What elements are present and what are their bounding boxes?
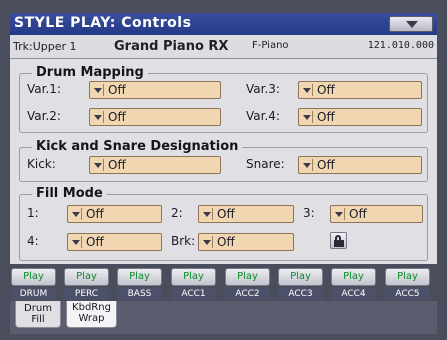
break-label: Brk: [171, 234, 196, 248]
track-label: Trk:Upper 1 [13, 40, 77, 53]
sound-bank-number: 121.010.000 [367, 40, 434, 51]
kick-label: Kick: [27, 157, 56, 171]
sound-name: Grand Piano RX [114, 39, 229, 54]
track-name-bass: BASS [117, 288, 162, 300]
kick-snare-title: Kick and Snare Designation [32, 139, 243, 154]
track-name-acc2: ACC2 [225, 288, 270, 300]
var2-drum-map-select[interactable]: Off [89, 108, 221, 126]
play-button-bass[interactable]: Play [117, 268, 162, 286]
snare-label: Snare: [246, 157, 285, 171]
track-name-acc1: ACC1 [171, 288, 216, 300]
play-button-acc5[interactable]: Play [385, 268, 430, 286]
fill3-select[interactable]: Off [330, 205, 423, 223]
snare-select[interactable]: Off [298, 156, 422, 174]
var1-label: Var.1: [27, 82, 61, 96]
sound-family: F-Piano [252, 40, 289, 51]
dropdown-arrow-icon [335, 212, 343, 217]
play-button-perc[interactable]: Play [64, 268, 109, 286]
var2-label: Var.2: [27, 109, 61, 123]
dropdown-arrow-icon [72, 212, 80, 217]
track-name-acc5: ACC5 [385, 288, 430, 300]
play-button-acc3[interactable]: Play [278, 268, 323, 286]
dropdown-arrow-icon [72, 240, 80, 245]
fill2-label: 2: [171, 206, 183, 220]
dropdown-arrow-icon [303, 115, 311, 120]
drum-mapping-group: Drum Mapping Var.1: Off Var.2: Off Var.3… [19, 65, 428, 133]
var4-label: Var.4: [246, 109, 280, 123]
break-select[interactable]: Off [198, 233, 294, 251]
page-title: STYLE PLAY: Controls [14, 15, 192, 31]
page-header: STYLE PLAY: Controls [10, 13, 437, 35]
track-info-bar: Trk:Upper 1 Grand Piano RX F-Piano 121.0… [10, 35, 437, 59]
controls-panel: Drum Mapping Var.1: Off Var.2: Off Var.3… [10, 59, 437, 264]
dropdown-arrow-icon [203, 240, 211, 245]
fill1-label: 1: [27, 206, 39, 220]
dropdown-arrow-icon [303, 163, 311, 168]
var1-drum-map-select[interactable]: Off [89, 81, 221, 99]
kick-snare-group: Kick and Snare Designation Kick: Off Sna… [19, 139, 428, 182]
drum-mapping-title: Drum Mapping [32, 65, 148, 80]
track-name-perc: PERC [64, 288, 109, 300]
dropdown-arrow-icon [94, 115, 102, 120]
var3-drum-map-select[interactable]: Off [298, 81, 422, 99]
fill1-select[interactable]: Off [67, 205, 162, 223]
play-button-acc4[interactable]: Play [331, 268, 376, 286]
screen: STYLE PLAY: Controls Trk:Upper 1 Grand P… [0, 0, 447, 340]
track-name-drum: DRUM [11, 288, 56, 300]
track-name-acc3: ACC3 [278, 288, 323, 300]
play-button-acc2[interactable]: Play [225, 268, 270, 286]
dropdown-arrow-icon [203, 212, 211, 217]
tab-drum-fill[interactable]: Drum Fill [15, 301, 61, 328]
track-name-acc4: ACC4 [331, 288, 376, 300]
fill-mode-title: Fill Mode [32, 186, 107, 201]
fill4-label: 4: [27, 234, 39, 248]
tab-bar: Drum Fill KbdRng Wrap [10, 301, 437, 334]
fill-mode-group: Fill Mode 1: Off 2: Off 3: Off 4: Off Br… [19, 186, 428, 261]
dropdown-arrow-icon [94, 163, 102, 168]
dropdown-arrow-icon [94, 88, 102, 93]
dropdown-arrow-icon [303, 88, 311, 93]
var4-drum-map-select[interactable]: Off [298, 108, 422, 126]
kick-select[interactable]: Off [89, 156, 221, 174]
fill2-select[interactable]: Off [198, 205, 294, 223]
play-button-drum[interactable]: Play [11, 268, 56, 286]
page-menu-button[interactable] [389, 16, 433, 32]
fill3-label: 3: [303, 206, 315, 220]
var3-label: Var.3: [246, 82, 280, 96]
play-button-acc1[interactable]: Play [171, 268, 216, 286]
lock-icon[interactable] [330, 232, 347, 249]
chevron-down-icon [406, 21, 418, 28]
tab-kbdrng-wrap[interactable]: KbdRng Wrap [66, 301, 117, 328]
fill4-select[interactable]: Off [67, 233, 162, 251]
